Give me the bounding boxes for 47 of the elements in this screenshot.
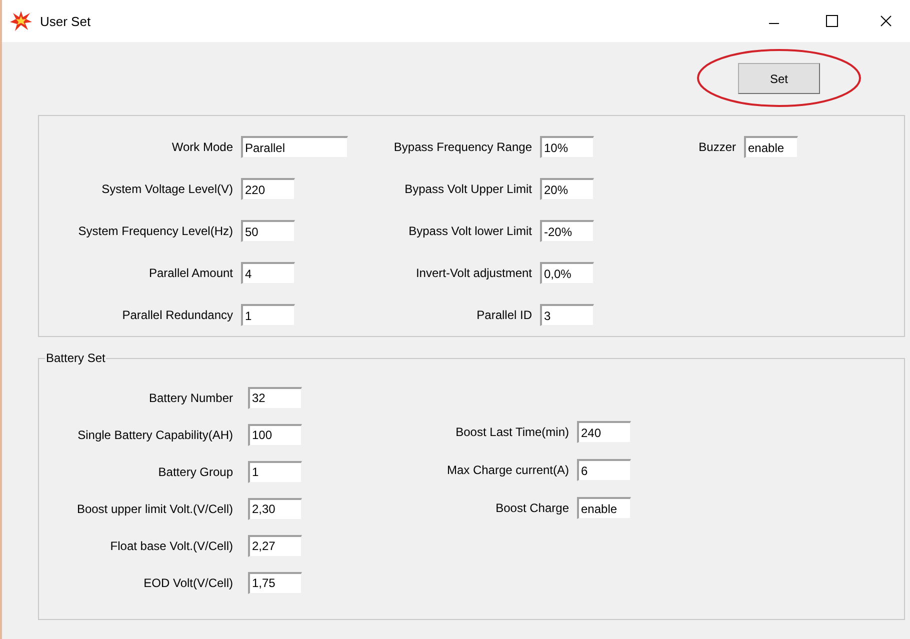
field-label: System Frequency Level(Hz) [77, 224, 233, 238]
set-button[interactable]: Set [738, 63, 820, 94]
field-label: Bypass Volt Upper Limit [404, 182, 532, 196]
minimize-icon [768, 22, 780, 24]
input-field[interactable]: 50 [241, 220, 295, 242]
input-field[interactable]: 1 [248, 460, 302, 482]
burst-icon [10, 11, 32, 31]
input-field[interactable]: 220 [241, 178, 295, 200]
input-field[interactable]: 2,27 [248, 534, 302, 556]
input-field[interactable]: 3 [540, 304, 594, 326]
field-label: Single Battery Capability(AH) [76, 428, 233, 442]
input-field[interactable]: 32 [248, 386, 302, 408]
group-legend: Battery Set [45, 351, 106, 365]
input-field[interactable]: 0,0% [540, 262, 594, 284]
field-label: Battery Group [157, 464, 233, 478]
field-label: Battery Number [148, 390, 233, 404]
field-label: Work Mode [170, 140, 233, 154]
input-field[interactable]: enable [744, 136, 798, 158]
input-field[interactable]: Parallel [241, 136, 348, 158]
field-label: Max Charge current(A) [446, 463, 569, 477]
field-label: Boost upper limit Volt.(V/Cell) [76, 502, 233, 516]
close-icon [880, 15, 892, 27]
input-field[interactable]: 20% [540, 178, 594, 200]
field-label: Boost Charge [494, 501, 569, 515]
field-label: Parallel Amount [148, 266, 233, 280]
input-field[interactable]: 100 [248, 424, 302, 446]
input-field[interactable]: 1 [241, 304, 295, 326]
field-label: Parallel Redundancy [121, 308, 233, 322]
field-label: Bypass Volt lower Limit [408, 224, 532, 238]
input-field[interactable]: 2,30 [248, 498, 302, 520]
input-field[interactable]: 6 [577, 459, 631, 481]
window-title: User Set [40, 14, 91, 28]
field-label: Invert-Volt adjustment [414, 266, 532, 280]
field-label: Boost Last Time(min) [454, 425, 569, 439]
field-label: EOD Volt(V/Cell) [142, 576, 233, 590]
input-field[interactable]: 10% [540, 136, 594, 158]
field-label: Bypass Frequency Range [392, 140, 532, 154]
field-label: Buzzer [698, 140, 736, 154]
field-label: System Voltage Level(V) [100, 182, 233, 196]
input-field[interactable]: -20% [540, 220, 594, 242]
input-field[interactable]: 4 [241, 262, 295, 284]
maximize-icon [826, 15, 838, 27]
input-field[interactable]: 1,75 [248, 572, 302, 594]
field-label: Float base Volt.(V/Cell) [109, 538, 233, 552]
input-field[interactable]: 240 [577, 421, 631, 443]
field-label: Parallel ID [476, 308, 532, 322]
input-field[interactable]: enable [577, 497, 631, 519]
